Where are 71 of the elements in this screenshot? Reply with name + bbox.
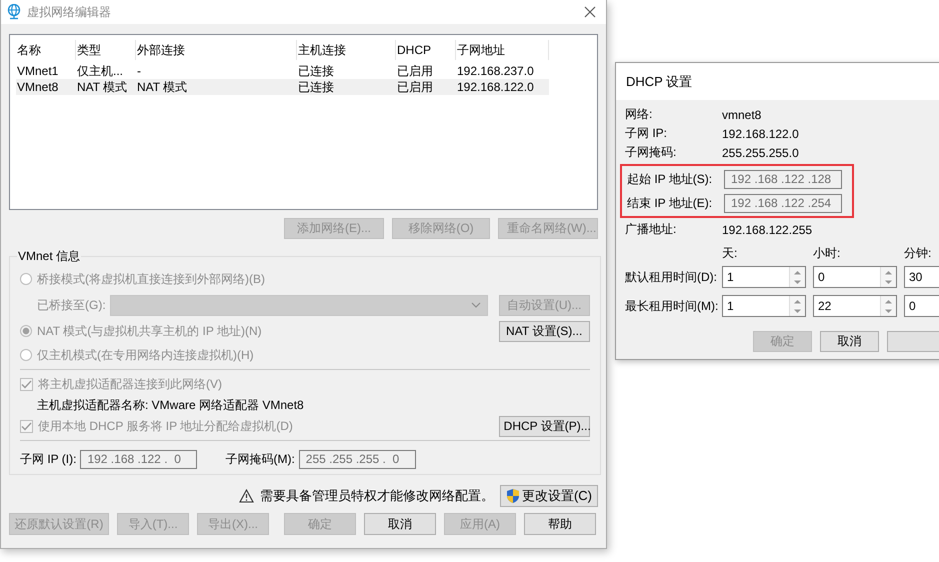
bridged-to-label: 已桥接至(G):: [37, 296, 106, 314]
ip-address-field[interactable]: 192 .168 .122 .128: [724, 170, 842, 188]
column-header[interactable]: 类型: [76, 40, 136, 60]
radio-label: 仅主机模式(在专用网络内连接虚拟机)(H): [37, 346, 254, 364]
column-header[interactable]: DHCP: [396, 40, 456, 60]
adapter-name: 主机虚拟适配器名称: VMware 网络适配器 VMnet8: [37, 396, 304, 414]
network-row[interactable]: VMnet8 NAT 模式 NAT 模式 已连接 已启用 192.168.122.0: [16, 79, 549, 95]
radio-label: 桥接模式(将虚拟机直接连接到外部网络)(B): [37, 270, 265, 288]
number-spinner[interactable]: 0: [813, 266, 897, 288]
dialog-button[interactable]: 帮助: [524, 513, 596, 535]
dialog-button[interactable]: 取消: [364, 513, 436, 535]
ip-address-field[interactable]: 192 .168 .122 .254: [724, 194, 842, 212]
table-cell-text: 已连接: [297, 62, 335, 80]
shield-icon: [506, 488, 520, 504]
subnet-mask-field[interactable]: 255 .255 .255 . 0: [298, 450, 416, 468]
number-spinner[interactable]: 0: [904, 295, 939, 317]
table-cell-text: 192.168.237.0: [456, 64, 535, 78]
table-cell-text: NAT 模式: [76, 78, 128, 96]
number-spinner[interactable]: 22: [813, 295, 897, 317]
number-spinner[interactable]: 1: [722, 266, 806, 288]
info-label: 子网 IP:: [625, 125, 668, 142]
info-value: 192.168.122.255: [722, 222, 812, 236]
window-title: 虚拟网络编辑器: [27, 4, 112, 20]
number-spinner[interactable]: 30: [904, 266, 939, 288]
subnet-mask-label: 子网掩码(M):: [225, 450, 295, 468]
table-cell-text: 仅主机...: [76, 62, 124, 80]
dialog-title: DHCP 设置: [626, 72, 692, 90]
dhcp-settings-button[interactable]: DHCP 设置(P)...: [498, 416, 590, 436]
change-settings-button[interactable]: 更改设置(C): [500, 485, 598, 507]
admin-warning: 需要具备管理员特权才能修改网络配置。: [260, 487, 494, 505]
table-cell-text: NAT 模式: [136, 78, 188, 96]
column-header[interactable]: 外部连接: [136, 40, 297, 60]
adapter-dropdown[interactable]: [110, 294, 488, 316]
info-label: 网络:: [625, 106, 654, 123]
globe-icon: [7, 4, 21, 20]
radio-label: NAT 模式(与虚拟机共享主机的 IP 地址)(N): [37, 322, 262, 340]
checkbox-label: 使用本地 DHCP 服务将 IP 地址分配给虚拟机(D): [38, 418, 293, 434]
column-label: 天:: [722, 247, 738, 259]
column-label: 分钟:: [904, 247, 932, 259]
table-cell-text: 已启用: [396, 78, 434, 96]
nat-settings-button[interactable]: NAT 设置(S)...: [498, 320, 590, 342]
network-row[interactable]: VMnet1 仅主机... - 已连接 已启用 192.168.237.0: [16, 63, 591, 79]
dialog-button[interactable]: [887, 331, 939, 352]
subnet-ip-label: 子网 IP (I):: [20, 450, 76, 468]
group-title: VMnet 信息: [17, 248, 82, 265]
table-cell-text: 192.168.122.0: [456, 80, 535, 94]
column-label: 小时:: [813, 247, 842, 259]
checkbox-label: 将主机虚拟适配器连接到此网络(V): [38, 376, 222, 392]
info-value: 192.168.122.0: [722, 126, 799, 140]
lease-label: 最长租用时间(M):: [625, 298, 720, 314]
warning-icon: [238, 489, 254, 503]
info-value: 255.255.255.0: [722, 146, 799, 160]
column-header[interactable]: 子网地址: [456, 40, 549, 60]
table-cell-text: 已连接: [297, 78, 335, 96]
info-label: 子网掩码:: [625, 144, 678, 161]
table-cell-text: VMnet8: [16, 80, 60, 94]
close-icon[interactable]: [584, 6, 596, 18]
info-label: 广播地址:: [625, 221, 678, 238]
range-label: 起始 IP 地址(S):: [627, 170, 714, 188]
table-cell-text: 已启用: [396, 62, 434, 80]
dialog-button[interactable]: 取消: [820, 331, 879, 352]
lease-label: 默认租用时间(D):: [625, 268, 718, 286]
table-cell-text: -: [136, 64, 142, 78]
chevron-icon: [470, 302, 481, 308]
range-label: 结束 IP 地址(E):: [627, 194, 714, 212]
column-header[interactable]: 主机连接: [297, 40, 396, 60]
table-cell-text: VMnet1: [16, 64, 60, 78]
number-spinner[interactable]: 1: [722, 295, 806, 317]
column-header[interactable]: 名称: [16, 40, 76, 60]
info-value: vmnet8: [722, 108, 762, 122]
subnet-ip-field[interactable]: 192 .168 .122 . 0: [80, 450, 198, 468]
